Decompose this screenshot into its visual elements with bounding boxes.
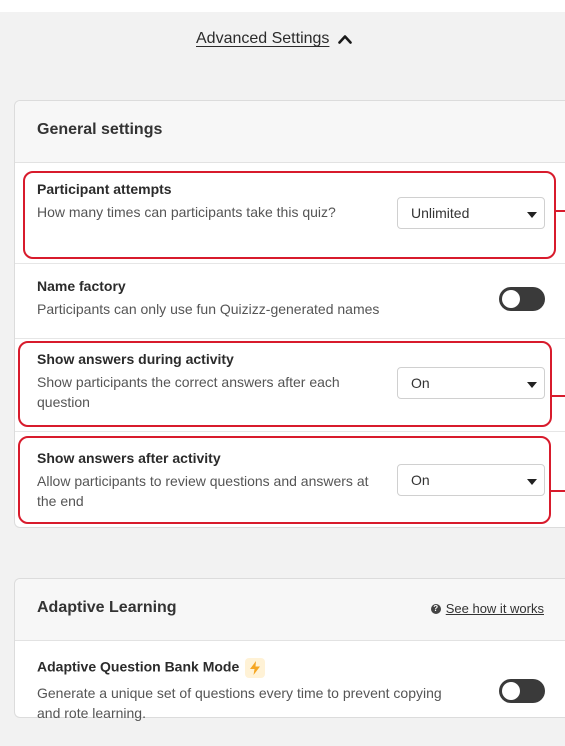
name-factory-row: Name factory Participants can only use f… [15,278,565,322]
adaptive-question-bank-description: Generate a unique set of questions every… [37,685,442,721]
row-divider [15,431,565,432]
highlight-participant-attempts [23,171,556,259]
highlight-marker [555,210,565,212]
general-settings-header: General settings [15,101,565,163]
adaptive-question-bank-row: Adaptive Question Bank Mode Generate a u… [15,658,565,721]
toggle-knob [502,290,520,308]
general-settings-title: General settings [37,121,163,138]
name-factory-title: Name factory [37,278,126,294]
adaptive-learning-card: Adaptive Learning ? See how it works Ada… [14,578,565,721]
top-strip [0,0,376,12]
highlight-marker [551,395,565,397]
adaptive-question-bank-title: Adaptive Question Bank Mode [37,658,240,675]
row-divider [15,338,565,339]
adaptive-question-bank-toggle[interactable] [499,679,545,703]
chevron-up-icon [338,35,353,44]
toggle-knob [502,682,520,700]
help-icon: ? [430,603,441,614]
adaptive-learning-header: Adaptive Learning ? See how it works [15,579,565,641]
lightning-icon [245,658,266,678]
highlight-show-answers-during [18,341,552,427]
advanced-settings-label: Advanced Settings [196,30,330,47]
highlight-marker [550,490,565,492]
row-divider [15,263,565,264]
name-factory-description: Participants can only use fun Quizizz-ge… [37,301,380,317]
highlight-show-answers-after [18,436,551,524]
advanced-settings-toggle[interactable]: Advanced Settings [196,30,353,48]
adaptive-question-bank-title-wrap: Adaptive Question Bank Mode [37,658,266,678]
see-how-it-works-link[interactable]: ? See how it works [430,601,544,616]
see-how-it-works-label: See how it works [445,601,544,616]
name-factory-toggle[interactable] [499,287,545,311]
adaptive-learning-title: Adaptive Learning [37,599,177,616]
